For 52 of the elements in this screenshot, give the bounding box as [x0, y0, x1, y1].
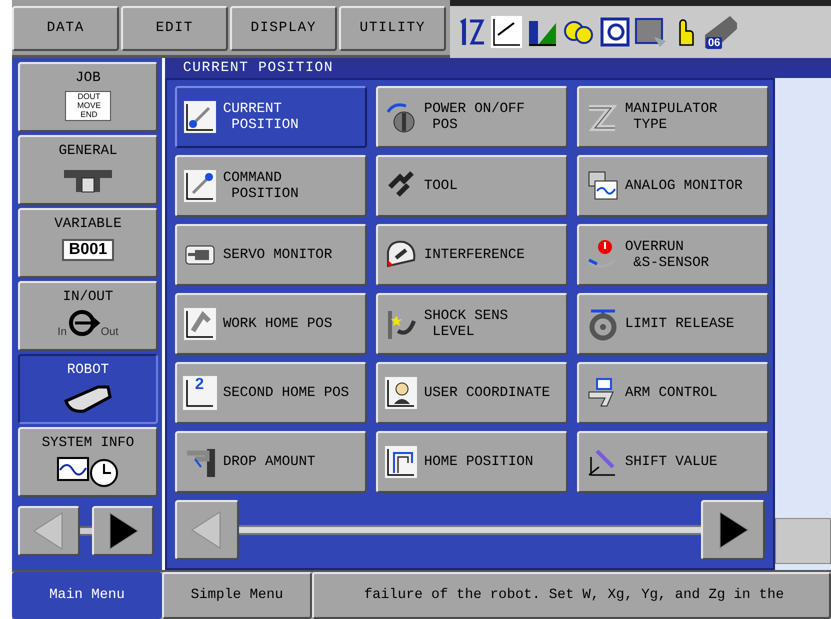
menu-item-button[interactable]: POWER ON/OFF POS [376, 86, 568, 148]
frame-icon [598, 15, 630, 49]
sidebar-button[interactable]: SYSTEM INFO [18, 427, 158, 497]
sidebar-button[interactable]: ROBOT [18, 354, 158, 424]
sidebar-button[interactable]: JOB DOUT MOVE END [18, 62, 158, 132]
io-label: In [58, 326, 67, 338]
document-icon: DOUT MOVE END [65, 91, 111, 121]
arrow-connector [80, 526, 92, 536]
graph-and-clock-icon [56, 454, 120, 488]
menu-item-button[interactable]: WORK HOME POS [175, 293, 367, 355]
sidebar-button[interactable]: IN/OUT In Out [18, 281, 158, 351]
menu-item-button[interactable]: ARM CONTROL [577, 362, 769, 424]
sidebar-button[interactable]: VARIABLE B001 [18, 208, 158, 278]
position-icon [183, 169, 217, 203]
position-icon [183, 100, 217, 134]
variable-label: B001 [62, 239, 114, 261]
menu-item-button[interactable]: CURRENT POSITION [175, 86, 367, 148]
scroll-right-button[interactable] [701, 500, 765, 560]
menu-item-button[interactable]: OVERRUN &S-SENSOR [577, 224, 769, 286]
plug-icon [66, 308, 101, 338]
menu-button[interactable]: UTILITY [339, 6, 446, 51]
menu-item-button[interactable]: HOME POSITION [376, 431, 568, 493]
screen-icon [634, 15, 668, 49]
axis-number-icon: 2 [183, 376, 217, 410]
menu-item-button[interactable]: 2 SECOND HOME POS [175, 362, 367, 424]
menu-item-button[interactable]: DROP AMOUNT [175, 431, 367, 493]
message-text: failure of the robot. Set W, Xg, Yg, and Zg in the [312, 572, 831, 619]
robot-home-icon [183, 307, 217, 341]
menu-item-button[interactable]: LIMIT RELEASE [577, 293, 769, 355]
io-label: Out [100, 326, 118, 338]
menu-item-button[interactable]: SHOCK SENS LEVEL [376, 293, 568, 355]
menu-item-button[interactable]: COMMAND POSITION [175, 155, 367, 217]
menu-item-button[interactable]: SHIFT VALUE [577, 431, 769, 493]
scroll-bar [775, 518, 831, 564]
coordinate-icon [490, 15, 522, 49]
menu-item-button[interactable]: TOOL [376, 155, 568, 217]
home-frame-icon [384, 445, 418, 479]
scroll-right-button[interactable] [92, 506, 154, 556]
menu-item-button[interactable]: SERVO MONITOR [175, 224, 367, 286]
menu-item-button[interactable]: INTERFERENCE [376, 224, 568, 286]
menu-item-button[interactable]: MANIPULATOR TYPE [577, 86, 769, 148]
sidebar-button[interactable]: GENERAL [18, 135, 158, 205]
screen-title: CURRENT POSITION [165, 58, 831, 78]
menu-button[interactable]: EDIT [121, 6, 228, 51]
menu-tab[interactable]: Simple Menu [162, 572, 312, 619]
menu-item-button[interactable]: ANALOG MONITOR [577, 155, 769, 217]
badge-number: 06 [706, 37, 722, 49]
user-icon [384, 376, 418, 410]
menu-item-button[interactable]: USER COORDINATE [376, 362, 568, 424]
menu-button[interactable]: DISPLAY [230, 6, 337, 51]
menu-tab[interactable]: Main Menu [12, 572, 162, 619]
menu-button[interactable]: DATA [12, 6, 119, 51]
